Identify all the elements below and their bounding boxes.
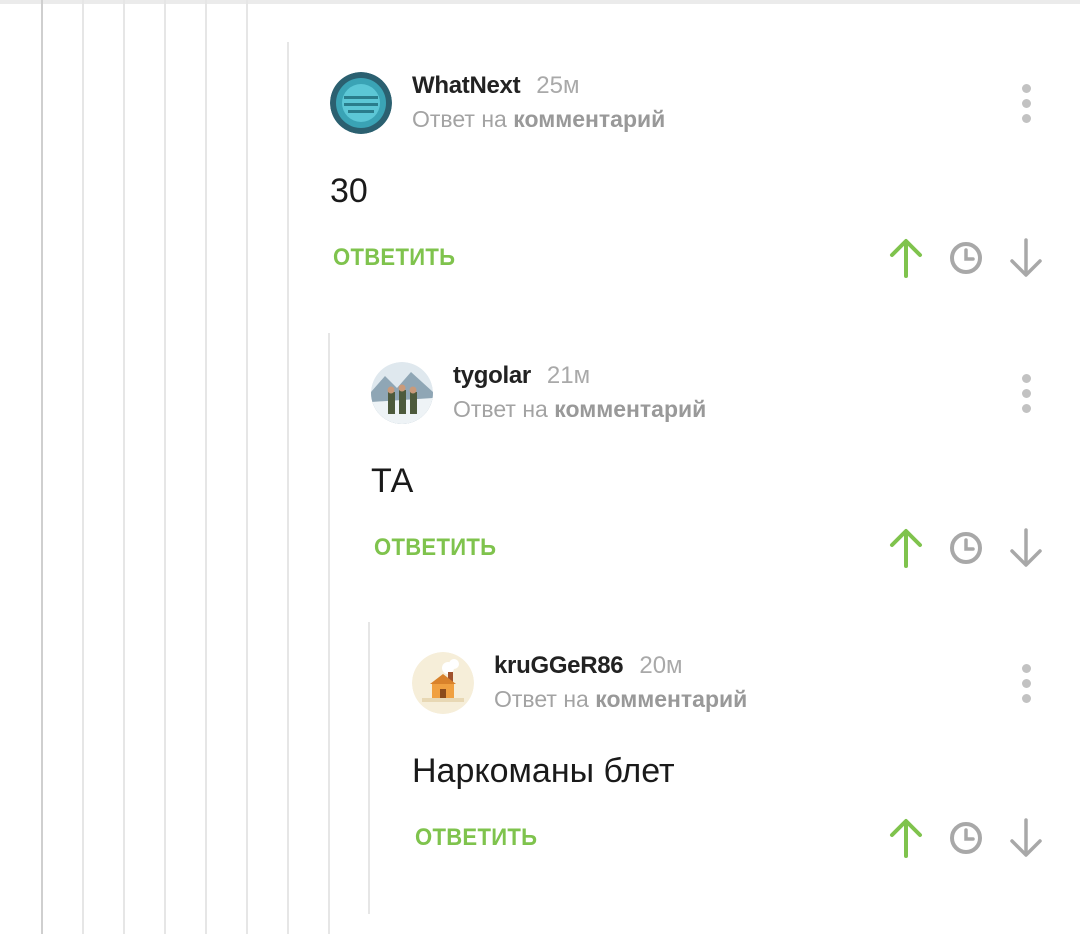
clock-icon[interactable] (946, 526, 986, 570)
comment-author[interactable]: kruGGeR86 20м (494, 652, 683, 680)
arrow-down-icon[interactable] (1006, 526, 1046, 570)
comment-text: Наркоманы блет (412, 752, 675, 790)
thread-line-1 (41, 0, 43, 934)
reply-button[interactable]: ОТВЕТИТЬ (415, 824, 537, 852)
comment-text: 30 (330, 172, 368, 210)
reply-to-link[interactable]: комментарий (513, 106, 665, 132)
comment-time: 25м (536, 72, 580, 99)
reply-to: Ответ на комментарий (494, 686, 747, 713)
clock-icon[interactable] (946, 236, 986, 280)
avatar[interactable] (371, 362, 433, 424)
comment-time: 21м (546, 362, 591, 389)
thread-line-7 (287, 42, 289, 934)
author-name[interactable]: tygolar (453, 362, 531, 389)
thread-line-5 (205, 0, 207, 934)
more-vertical-icon[interactable] (1016, 374, 1036, 414)
reply-button[interactable]: ОТВЕТИТЬ (374, 534, 496, 562)
arrow-down-icon[interactable] (1006, 816, 1046, 860)
arrow-up-icon[interactable] (886, 236, 926, 280)
reply-to-link[interactable]: комментарий (554, 396, 706, 422)
comment-time: 20м (639, 652, 683, 679)
avatar[interactable] (330, 72, 392, 134)
thread-line-8 (328, 333, 330, 934)
reply-to-link[interactable]: комментарий (595, 686, 747, 712)
comment: tygolar 21м Ответ на комментарий ТА ОТВЕТ… (371, 362, 1051, 582)
thread-line-9 (368, 622, 370, 914)
avatar[interactable] (412, 652, 474, 714)
comment: kruGGeR86 20м Ответ на комментарий Нарком… (412, 652, 1052, 872)
thread-line-2 (82, 0, 84, 934)
clock-icon[interactable] (946, 816, 986, 860)
reply-prefix: Ответ на (453, 396, 548, 422)
comment: WhatNext 25м Ответ на комментарий 30 ОТВЕ… (330, 72, 1050, 292)
reply-prefix: Ответ на (412, 106, 507, 132)
more-vertical-icon[interactable] (1016, 84, 1036, 124)
thread-line-6 (246, 0, 248, 934)
reply-to: Ответ на комментарий (453, 396, 706, 423)
arrow-up-icon[interactable] (886, 816, 926, 860)
teal-coin-avatar-icon (330, 72, 392, 134)
arrow-down-icon[interactable] (1006, 236, 1046, 280)
more-vertical-icon[interactable] (1016, 664, 1036, 704)
top-divider (0, 0, 1080, 4)
author-name[interactable]: kruGGeR86 (494, 652, 624, 679)
thread-line-3 (123, 0, 125, 934)
thread-line-4 (164, 0, 166, 934)
comment-author[interactable]: tygolar 21м (453, 362, 590, 390)
reply-to: Ответ на комментарий (412, 106, 665, 133)
house-cartoon-avatar-icon (412, 652, 474, 714)
soldiers-snow-avatar-icon (371, 362, 433, 424)
arrow-up-icon[interactable] (886, 526, 926, 570)
author-name[interactable]: WhatNext (412, 72, 521, 99)
comment-author[interactable]: WhatNext 25м (412, 72, 579, 100)
comment-text: ТА (371, 462, 414, 500)
reply-button[interactable]: ОТВЕТИТЬ (333, 244, 455, 272)
reply-prefix: Ответ на (494, 686, 589, 712)
